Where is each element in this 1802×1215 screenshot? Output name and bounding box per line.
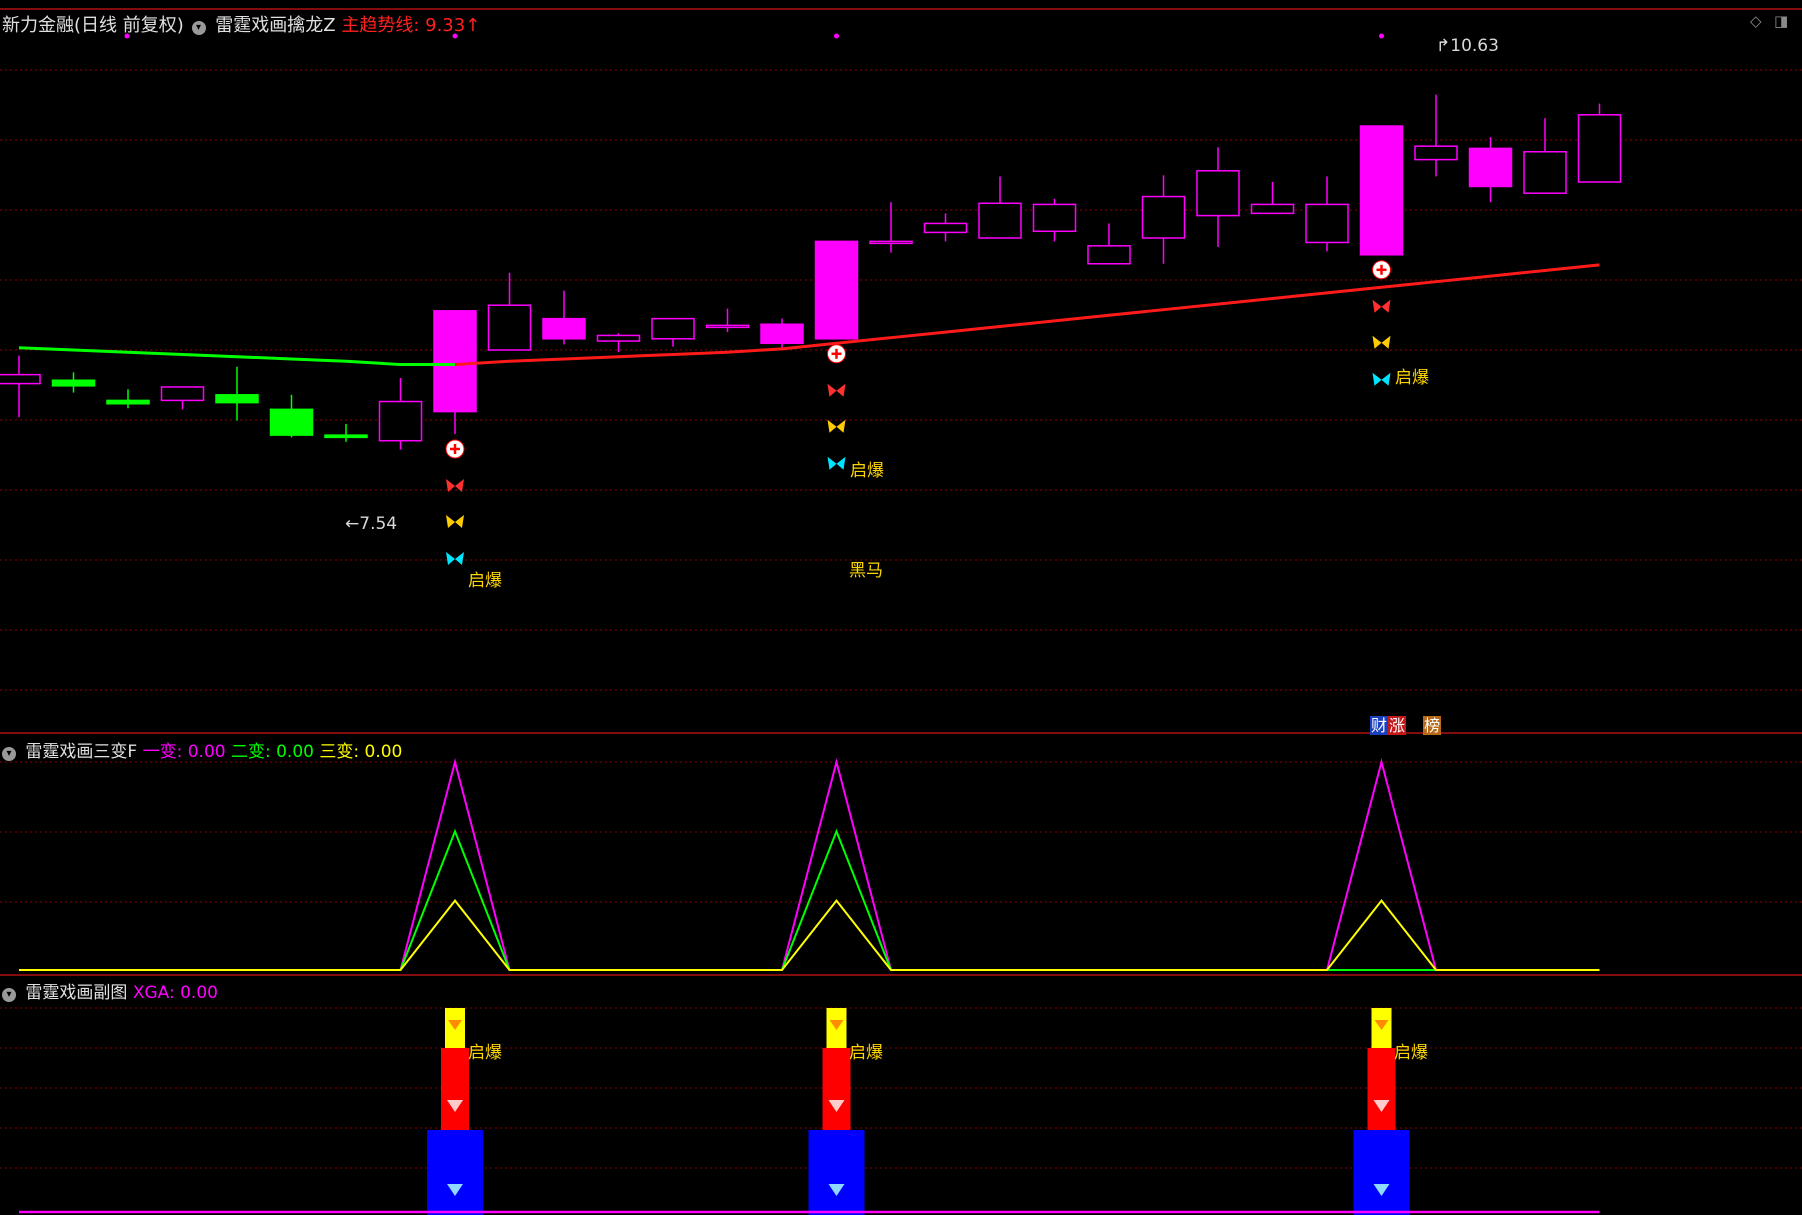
butterfly-icon [827, 456, 837, 470]
min-price-value: 7.54 [359, 514, 398, 534]
panel2-series3: 三变: 0.00 [319, 742, 403, 762]
xga-bar-red [441, 1048, 469, 1130]
top-dot-marker [1379, 33, 1384, 39]
xga-bar-blue [1353, 1130, 1410, 1215]
candle-body [51, 379, 96, 387]
trend-arrow-icon: ↑ [465, 15, 481, 36]
candle-body [978, 202, 1022, 239]
chart-canvas[interactable] [0, 0, 1802, 1215]
candle-body [1523, 151, 1567, 194]
panel3-signal-label-2: 启爆 [849, 1043, 883, 1063]
signal-label-2: 启爆 [850, 461, 884, 481]
candle-body [487, 304, 532, 351]
panel2-series1: 一变: 0.00 [142, 742, 226, 762]
chart-header: 新力金融(日线 前复权) ▾ 雷霆戏画擒龙Z 主趋势线: 9.33↑ [2, 11, 480, 37]
candle-body [378, 400, 423, 442]
max-price-label: ↱10.63 [1436, 36, 1499, 56]
butterfly-icon [827, 383, 837, 397]
panel2-name[interactable]: 雷霆戏画三变F [25, 742, 137, 762]
candle-body [269, 408, 314, 436]
panel2-header: ▾ 雷霆戏画三变F 一变: 0.00 二变: 0.00 三变: 0.00 [0, 737, 402, 762]
candle-body [814, 240, 859, 340]
candle-body [1250, 203, 1295, 215]
candle-body [869, 240, 913, 245]
butterfly-icon [455, 515, 464, 528]
candle-body [760, 323, 804, 345]
panel3-signal-label-3: 启爆 [1394, 1043, 1428, 1063]
panel3-header: ▾ 雷霆戏画副图 XGA: 0.00 [0, 978, 218, 1003]
candle-body [1032, 203, 1077, 233]
butterfly-icon [836, 419, 846, 433]
badge-cai[interactable]: 财 [1370, 716, 1389, 735]
diamond-icon[interactable]: ◇ [1750, 12, 1762, 30]
butterfly-icon [446, 515, 455, 528]
panel2-toggle-icon[interactable]: ▾ [2, 747, 16, 761]
max-price-value: 10.63 [1450, 36, 1499, 56]
xga-bar-red [822, 1048, 851, 1130]
badge-zhang[interactable]: 涨 [1388, 716, 1407, 735]
xga-bar-blue [427, 1130, 483, 1215]
candle-body [705, 324, 750, 329]
butterfly-icon [1372, 372, 1382, 386]
min-arrow-icon: ← [345, 514, 360, 534]
candle-body [1577, 114, 1622, 183]
panel3-name[interactable]: 雷霆戏画副图 [25, 983, 127, 1003]
candle-body [1414, 145, 1458, 161]
butterfly-icon [1372, 335, 1382, 349]
butterfly-icon [1381, 299, 1391, 313]
panel2-lines [19, 758, 1600, 971]
dark-horse-label: 黑马 [849, 561, 883, 581]
candle-body [1468, 147, 1513, 188]
butterfly-icon [1381, 335, 1391, 349]
candle-body [651, 317, 695, 340]
panel2-series-line [19, 758, 1600, 971]
max-arrow-icon: ↱ [1436, 36, 1451, 56]
candle-body [1305, 203, 1349, 244]
grid-lines [0, 69, 1802, 1169]
candle-body [324, 434, 368, 439]
butterfly-icon [836, 456, 846, 470]
panel3-signal-label-1: 启爆 [468, 1043, 502, 1063]
candle-body [1359, 125, 1404, 256]
butterfly-icon [836, 383, 846, 397]
candle-body [106, 399, 150, 405]
butterfly-icon [455, 552, 464, 565]
finance-badges[interactable]: 财涨 榜 [1370, 712, 1442, 736]
candle-body [1087, 245, 1131, 265]
panel2-series2: 二变: 0.00 [230, 742, 314, 762]
butterfly-icon [1372, 299, 1382, 313]
panel3-xga: XGA: 0.00 [132, 983, 218, 1003]
signal-markers [124, 33, 1391, 565]
xga-bar-blue [808, 1130, 865, 1215]
butterfly-icon [827, 419, 837, 433]
badge-bang[interactable]: 榜 [1423, 716, 1442, 735]
xga-bar-red [1367, 1048, 1396, 1130]
indicator-toggle-icon[interactable]: ▾ [191, 21, 206, 35]
panel2-series-line [19, 828, 1600, 971]
candle-body [542, 317, 586, 340]
layout-icon[interactable]: ◨ [1774, 12, 1788, 30]
candle-body [1141, 195, 1186, 239]
signal-label-1: 启爆 [468, 571, 502, 591]
candle-body [433, 310, 477, 413]
top-dot-marker [834, 33, 839, 39]
candle-body [596, 334, 641, 342]
panel2-series-line [19, 899, 1600, 971]
candle-body [923, 222, 968, 234]
indicator-name[interactable]: 雷霆戏画擒龙Z [215, 15, 335, 36]
panel3-toggle-icon[interactable]: ▾ [2, 988, 16, 1002]
signal-label-3: 启爆 [1395, 368, 1429, 388]
candle-body [160, 386, 205, 402]
candle-body [215, 394, 259, 404]
stock-title: 新力金融(日线 前复权) [2, 15, 184, 36]
panel3-bars [19, 1008, 1600, 1215]
butterfly-icon [1381, 372, 1391, 386]
trend-line-value: 主趋势线: 9.33 [341, 15, 466, 36]
candle-body [0, 373, 41, 385]
candle-body [1196, 170, 1240, 217]
butterfly-icon [446, 552, 455, 565]
min-price-label: ←7.54 [345, 514, 397, 534]
